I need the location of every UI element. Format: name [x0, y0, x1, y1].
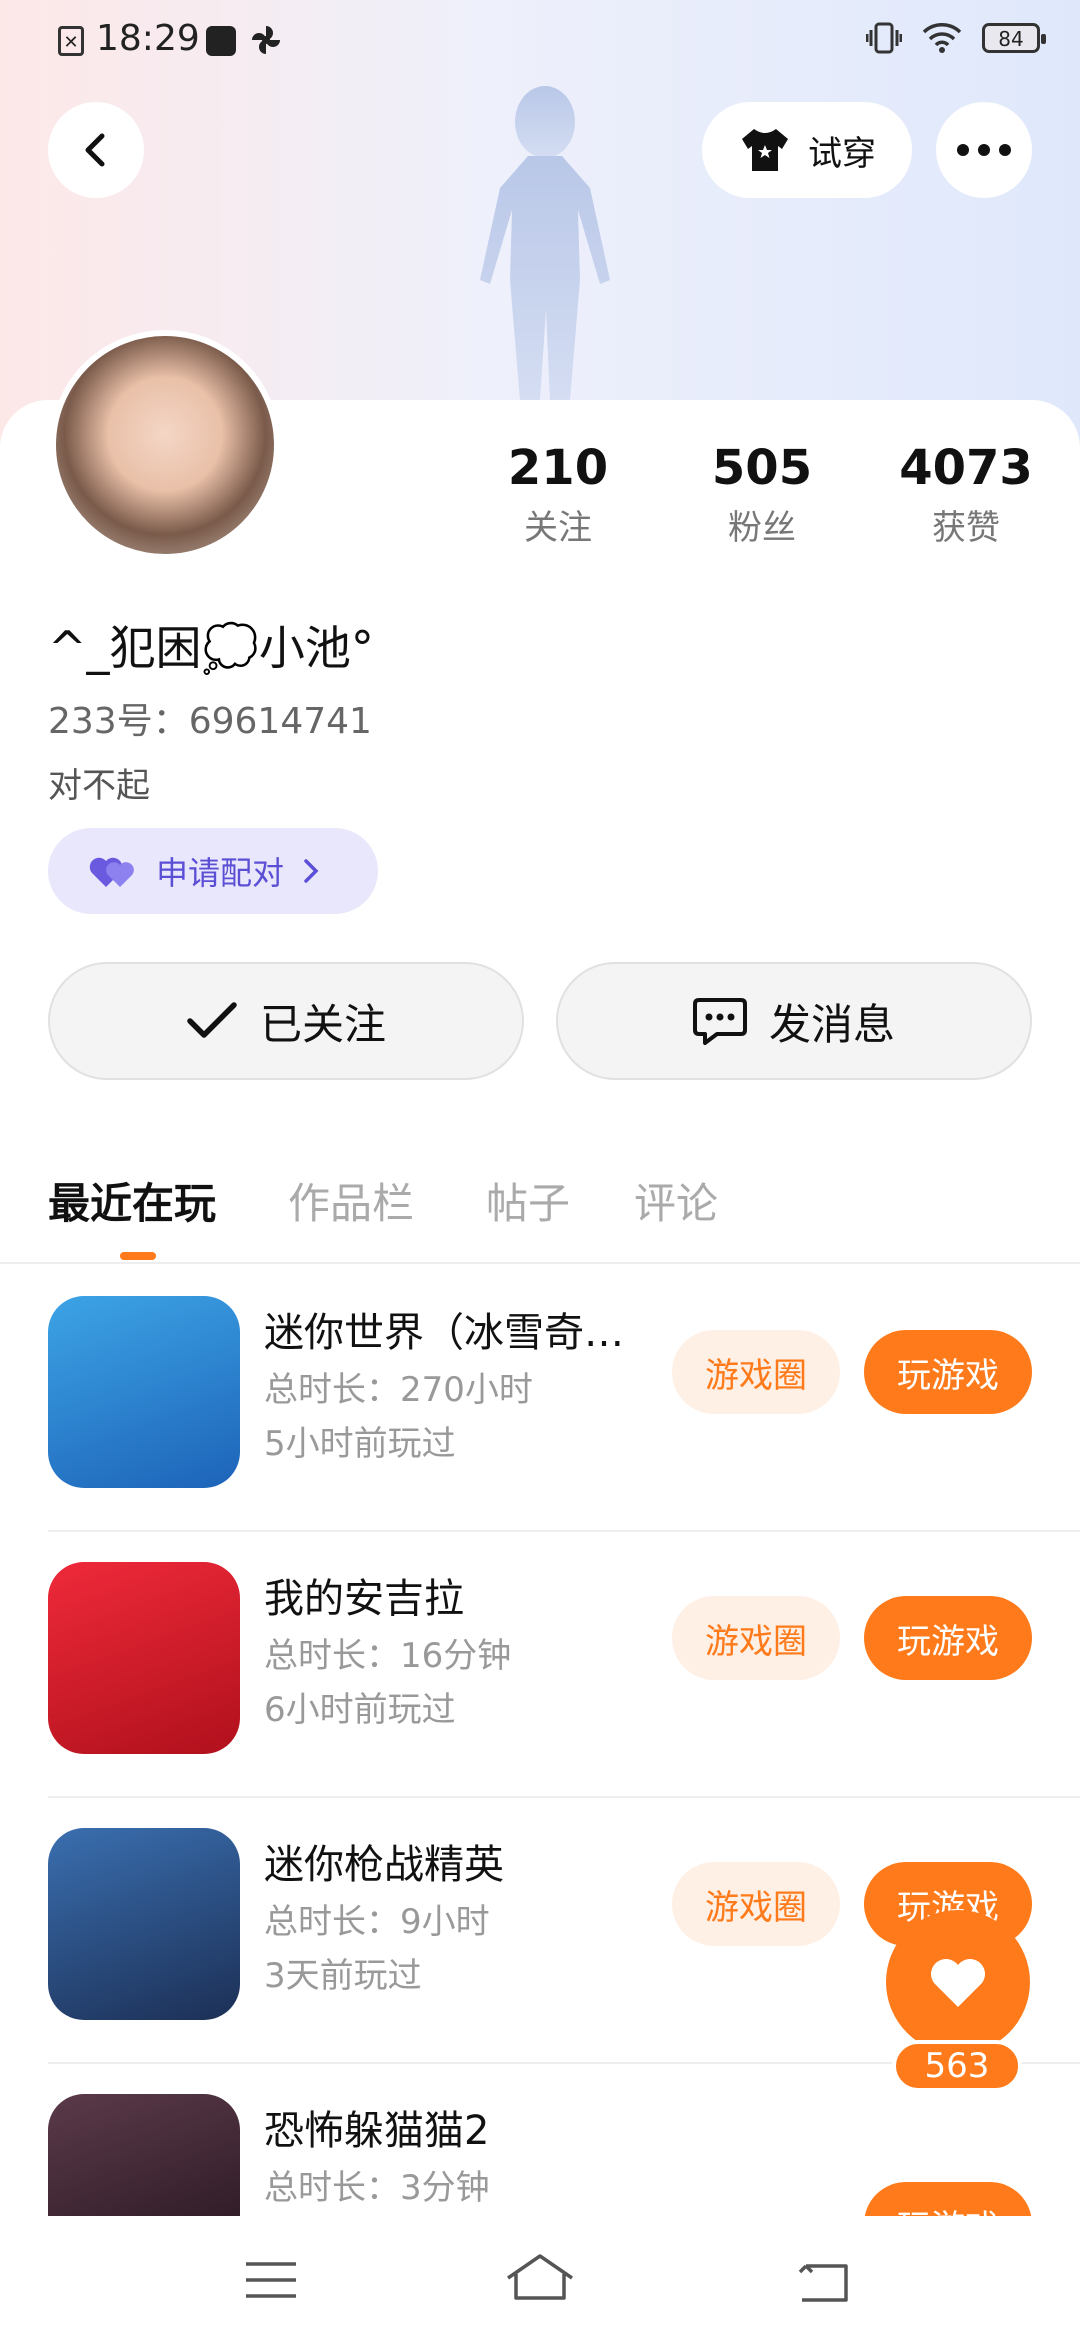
- game-circle-button[interactable]: 游戏圈: [672, 1862, 840, 1946]
- stat-followers[interactable]: 505 粉丝: [662, 440, 862, 549]
- menu-icon[interactable]: [244, 2260, 298, 2300]
- game-circle-button[interactable]: 游戏圈: [672, 1596, 840, 1680]
- tab-posts[interactable]: 帖子: [486, 1170, 570, 1231]
- tab-divider: [0, 1262, 1080, 1264]
- game-total-duration: 总时长：16分钟: [264, 1636, 512, 1676]
- status-bar: ✕ 18:29 84: [0, 0, 1080, 84]
- game-circle-button[interactable]: 游戏圈: [672, 1330, 840, 1414]
- following-label: 关注: [524, 508, 592, 548]
- tshirt-icon: [742, 129, 788, 171]
- game-title: 迷你世界（冰雪奇…: [264, 1310, 624, 1356]
- more-dots-icon: [957, 144, 1011, 156]
- tab-works[interactable]: 作品栏: [288, 1170, 414, 1231]
- game-title: 迷你枪战精英: [264, 1842, 504, 1888]
- user-bio: 对不起: [48, 766, 150, 806]
- wifi-icon: [922, 23, 962, 53]
- check-icon: [187, 1002, 237, 1038]
- back-nav-icon[interactable]: [796, 2260, 852, 2304]
- play-game-button[interactable]: 玩游戏: [864, 1596, 1032, 1680]
- mini-gun-icon[interactable]: [48, 1828, 240, 2020]
- game-title: 恐怖躲猫猫2: [264, 2108, 490, 2154]
- send-message-button[interactable]: 发消息: [556, 962, 1032, 1080]
- game-last-played: 6小时前玩过: [264, 1690, 456, 1730]
- send-message-label: 发消息: [768, 999, 895, 1049]
- tab-recently-played[interactable]: 最近在玩: [48, 1170, 216, 1231]
- battery-indicator: 84: [982, 23, 1046, 53]
- game-row[interactable]: 迷你世界（冰雪奇… 总时长：270小时 5小时前玩过 游戏圈 玩游戏: [0, 1266, 1080, 1532]
- following-status-button[interactable]: 已关注: [48, 962, 524, 1080]
- back-button[interactable]: [48, 102, 144, 198]
- system-nav-bar: [0, 2216, 1080, 2340]
- try-on-button[interactable]: 试穿: [702, 102, 912, 198]
- pair-request-label: 申请配对: [156, 854, 285, 892]
- game-last-played: 5小时前玩过: [264, 1424, 456, 1464]
- angela-icon[interactable]: [48, 1562, 240, 1754]
- vibrate-icon: [866, 22, 902, 54]
- following-count: 210: [507, 440, 609, 496]
- profile-tabs: 最近在玩 作品栏 帖子 评论: [48, 1170, 1048, 1260]
- sim-icon: ✕: [58, 26, 84, 56]
- tab-indicator: [120, 1252, 156, 1260]
- chevron-right-icon: [304, 859, 319, 883]
- home-icon[interactable]: [504, 2252, 576, 2302]
- game-last-played: 3天前玩过: [264, 1956, 422, 1996]
- heart-icon: [931, 1959, 985, 2007]
- try-on-label: 试穿: [808, 133, 876, 174]
- likes-label: 获赞: [932, 508, 1000, 548]
- game-total-duration: 总时长：3分钟: [264, 2168, 490, 2208]
- chat-bubble-icon: [692, 998, 747, 1045]
- game-title: 我的安吉拉: [264, 1576, 464, 1622]
- double-heart-icon: [89, 857, 134, 887]
- following-status-label: 已关注: [259, 999, 386, 1049]
- user-id: 233号：69614741: [48, 701, 372, 742]
- play-game-button[interactable]: 玩游戏: [864, 1330, 1032, 1414]
- status-time: 18:29: [96, 18, 200, 59]
- like-button[interactable]: [886, 1910, 1030, 2054]
- pair-request-button[interactable]: 申请配对: [48, 828, 378, 914]
- fan-icon: [252, 26, 280, 54]
- app-notification-icon: [206, 26, 236, 56]
- chevron-left-icon: [85, 133, 105, 167]
- stat-likes[interactable]: 4073 获赞: [866, 440, 1066, 549]
- stat-following[interactable]: 210 关注: [458, 440, 658, 549]
- mini-world-icon[interactable]: [48, 1296, 240, 1488]
- tab-comments[interactable]: 评论: [634, 1170, 718, 1231]
- like-count-badge: 563: [892, 2040, 1022, 2092]
- game-row[interactable]: 我的安吉拉总时长：16分钟 6小时前玩过 游戏圈 玩游戏: [0, 1532, 1080, 1798]
- likes-count: 4073: [899, 440, 1033, 496]
- nickname: ^_犯困💭小池°: [48, 621, 374, 675]
- game-total-duration: 总时长：270小时: [264, 1370, 533, 1410]
- more-button[interactable]: [936, 102, 1032, 198]
- avatar-figure-image: [480, 86, 610, 400]
- followers-label: 粉丝: [728, 508, 796, 548]
- user-avatar[interactable]: [50, 330, 280, 560]
- followers-count: 505: [711, 440, 813, 496]
- game-total-duration: 总时长：9小时: [264, 1902, 490, 1942]
